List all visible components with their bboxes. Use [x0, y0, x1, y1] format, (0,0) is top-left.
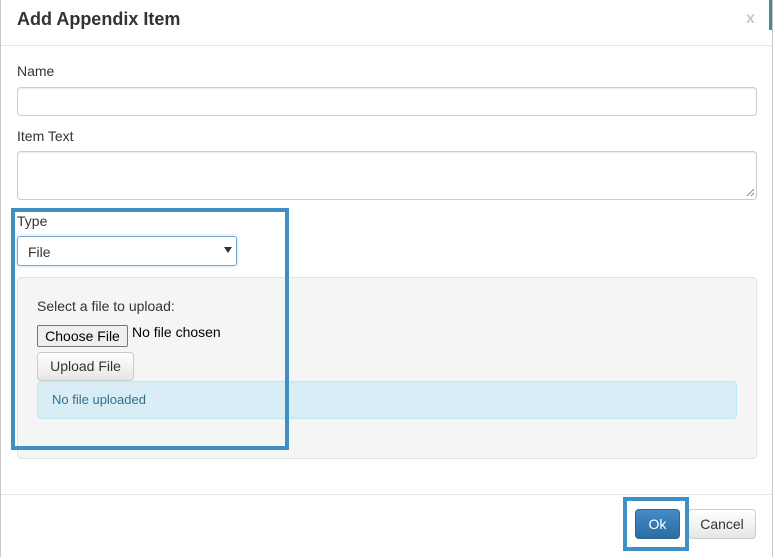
- type-select[interactable]: File: [17, 236, 237, 266]
- ok-button[interactable]: Ok: [635, 509, 680, 539]
- dialog-title: Add Appendix Item: [17, 9, 181, 29]
- no-file-chosen-text: No file chosen: [132, 324, 221, 340]
- upload-file-button[interactable]: Upload File: [37, 352, 134, 381]
- cancel-button[interactable]: Cancel: [688, 509, 756, 539]
- upload-prompt: Select a file to upload:: [37, 298, 175, 314]
- type-label: Type: [17, 213, 48, 229]
- header-accent-bar: [769, 0, 772, 30]
- resize-grip-icon[interactable]: [745, 187, 755, 197]
- upload-status-text: No file uploaded: [52, 392, 146, 407]
- close-icon[interactable]: x: [746, 10, 755, 28]
- add-appendix-item-dialog: Add Appendix Item x Name Item Text Type …: [0, 0, 773, 557]
- dialog-header: Add Appendix Item x: [1, 0, 772, 46]
- name-input[interactable]: [17, 87, 757, 116]
- type-select-value: File: [28, 244, 51, 260]
- item-text-label: Item Text: [17, 128, 74, 144]
- name-label: Name: [17, 63, 55, 79]
- item-text-textarea[interactable]: [17, 151, 757, 200]
- upload-status-alert: No file uploaded: [37, 381, 737, 419]
- chevron-down-icon: [224, 247, 232, 253]
- choose-file-button[interactable]: Choose File: [37, 325, 128, 347]
